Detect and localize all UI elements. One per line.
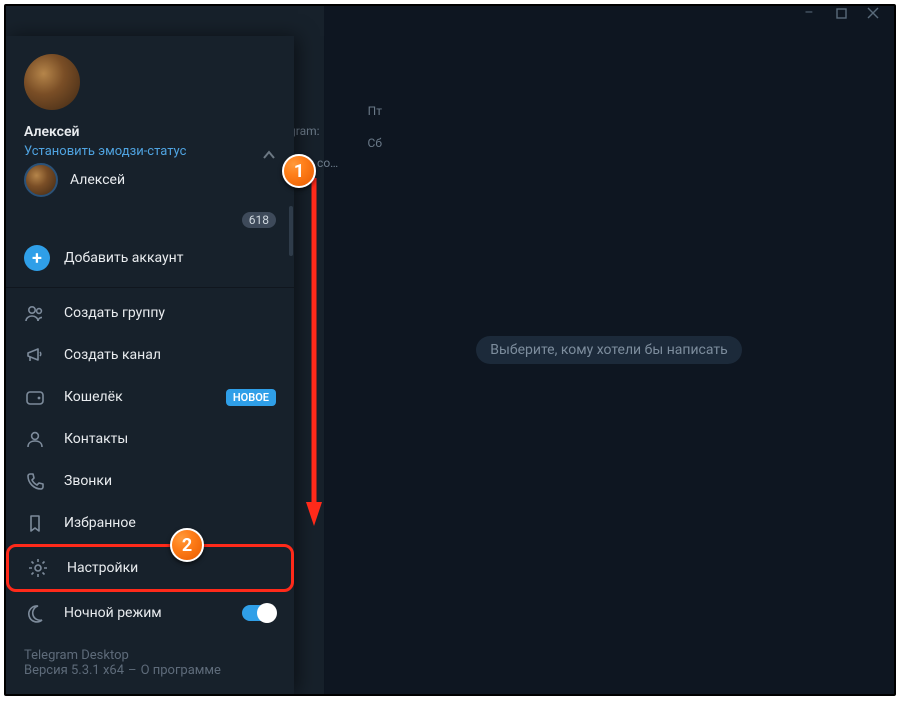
menu-contacts[interactable]: Контакты — [6, 418, 294, 460]
titlebar: – — [6, 6, 894, 30]
add-account-row[interactable]: + Добавить аккаунт — [6, 235, 294, 287]
app-name: Telegram Desktop — [24, 648, 276, 663]
close-button[interactable] — [866, 6, 880, 20]
account-avatar — [24, 163, 58, 197]
new-badge: НОВОЕ — [226, 389, 276, 406]
phone-icon — [24, 470, 46, 492]
account-name: Алексей — [70, 172, 125, 188]
menu-label: Контакты — [64, 431, 276, 447]
maximize-icon — [836, 8, 847, 19]
app-version: Версия 5.3.1 x64 — [24, 663, 124, 678]
empty-placeholder: Выберите, кому хотели бы написать — [476, 336, 741, 364]
menu-saved[interactable]: Избранное — [6, 502, 294, 544]
menu-calls[interactable]: Звонки — [6, 460, 294, 502]
menu-label: Создать канал — [64, 347, 276, 363]
bookmark-icon — [24, 512, 46, 534]
account-row[interactable]: Алексей — [6, 163, 294, 205]
minimize-button[interactable]: – — [802, 6, 816, 20]
minimize-icon: – — [804, 5, 813, 21]
menu-new-channel[interactable]: Создать канал — [6, 334, 294, 376]
menu-label: Настройки — [67, 560, 273, 576]
menu-list: Создать группу Создать канал Кошелёк НОВ… — [6, 287, 294, 634]
message-area: Выберите, кому хотели бы написать — [324, 6, 894, 694]
set-emoji-status-link[interactable]: Установить эмодзи-статус — [24, 144, 276, 159]
night-mode-toggle[interactable] — [242, 605, 276, 621]
menu-label: Кошелёк — [64, 389, 208, 405]
annotation-marker-2: 2 — [170, 528, 204, 562]
main-menu-drawer: Алексей Установить эмодзи-статус Алексей… — [6, 36, 294, 694]
annotation-arrow — [306, 174, 320, 514]
wallet-icon — [24, 386, 46, 408]
chat-list-visible-strip: Сб вым со… Пт gram: — [289, 36, 404, 172]
chevron-up-icon — [262, 148, 276, 162]
menu-label: Звонки — [64, 473, 276, 489]
maximize-button[interactable] — [834, 6, 848, 20]
account-row-secondary[interactable]: 618 — [6, 205, 294, 235]
app-window: – Сб вым со… Пт gram: Выберите, кому хот… — [4, 4, 896, 696]
annotation-marker-1: 1 — [282, 154, 316, 188]
drawer-footer: Telegram Desktop Версия 5.3.1 x64–О прог… — [6, 638, 294, 694]
add-account-label: Добавить аккаунт — [64, 250, 183, 266]
contacts-icon — [24, 428, 46, 450]
plus-icon: + — [24, 245, 50, 271]
menu-label: Избранное — [64, 515, 276, 531]
megaphone-icon — [24, 344, 46, 366]
menu-new-group[interactable]: Создать группу — [6, 292, 294, 334]
moon-icon — [24, 602, 46, 624]
profile-name: Алексей — [24, 124, 276, 140]
menu-settings[interactable]: Настройки — [6, 544, 294, 592]
close-icon — [867, 7, 879, 19]
menu-label: Создать группу — [64, 305, 276, 321]
menu-wallet[interactable]: Кошелёк НОВОЕ — [6, 376, 294, 418]
avatar[interactable] — [24, 54, 80, 110]
about-link[interactable]: О программе — [141, 663, 221, 678]
chat-row-time: Пт — [368, 104, 382, 118]
menu-label: Ночной режим — [64, 605, 224, 621]
gear-icon — [27, 557, 49, 579]
unread-badge: 618 — [242, 212, 276, 228]
group-icon — [24, 302, 46, 324]
menu-night-mode[interactable]: Ночной режим — [6, 592, 294, 634]
profile-block: Алексей Установить эмодзи-статус — [6, 36, 294, 163]
